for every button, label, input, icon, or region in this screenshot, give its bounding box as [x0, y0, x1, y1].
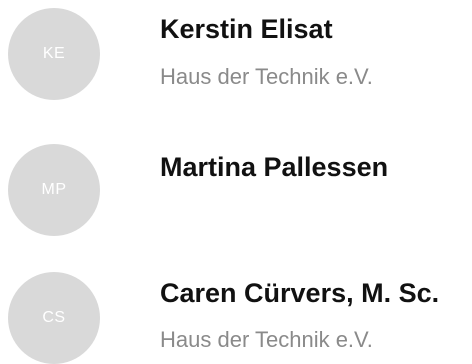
avatar-initials: KE [42, 45, 66, 62]
contact-organization: Haus der Technik e.V. [160, 64, 373, 89]
avatar-initials: CS [42, 309, 66, 326]
contact-list: KE Kerstin Elisat Haus der Technik e.V. … [0, 0, 472, 364]
contact-item[interactable]: MP Martina Pallessen [0, 120, 472, 240]
avatar: MP [8, 144, 100, 236]
contact-name: Kerstin Elisat [160, 14, 333, 44]
contact-name: Caren Cürvers, M. Sc. [160, 278, 440, 308]
contact-item[interactable]: KE Kerstin Elisat Haus der Technik e.V. [0, 0, 472, 120]
contact-organization: Haus der Technik e.V. [160, 327, 373, 352]
contact-name: Martina Pallessen [160, 152, 389, 182]
contact-item[interactable]: CS Caren Cürvers, M. Sc. Haus der Techni… [0, 240, 472, 364]
avatar: CS [8, 272, 100, 364]
avatar: KE [8, 8, 100, 100]
avatar-initials: MP [41, 181, 67, 198]
